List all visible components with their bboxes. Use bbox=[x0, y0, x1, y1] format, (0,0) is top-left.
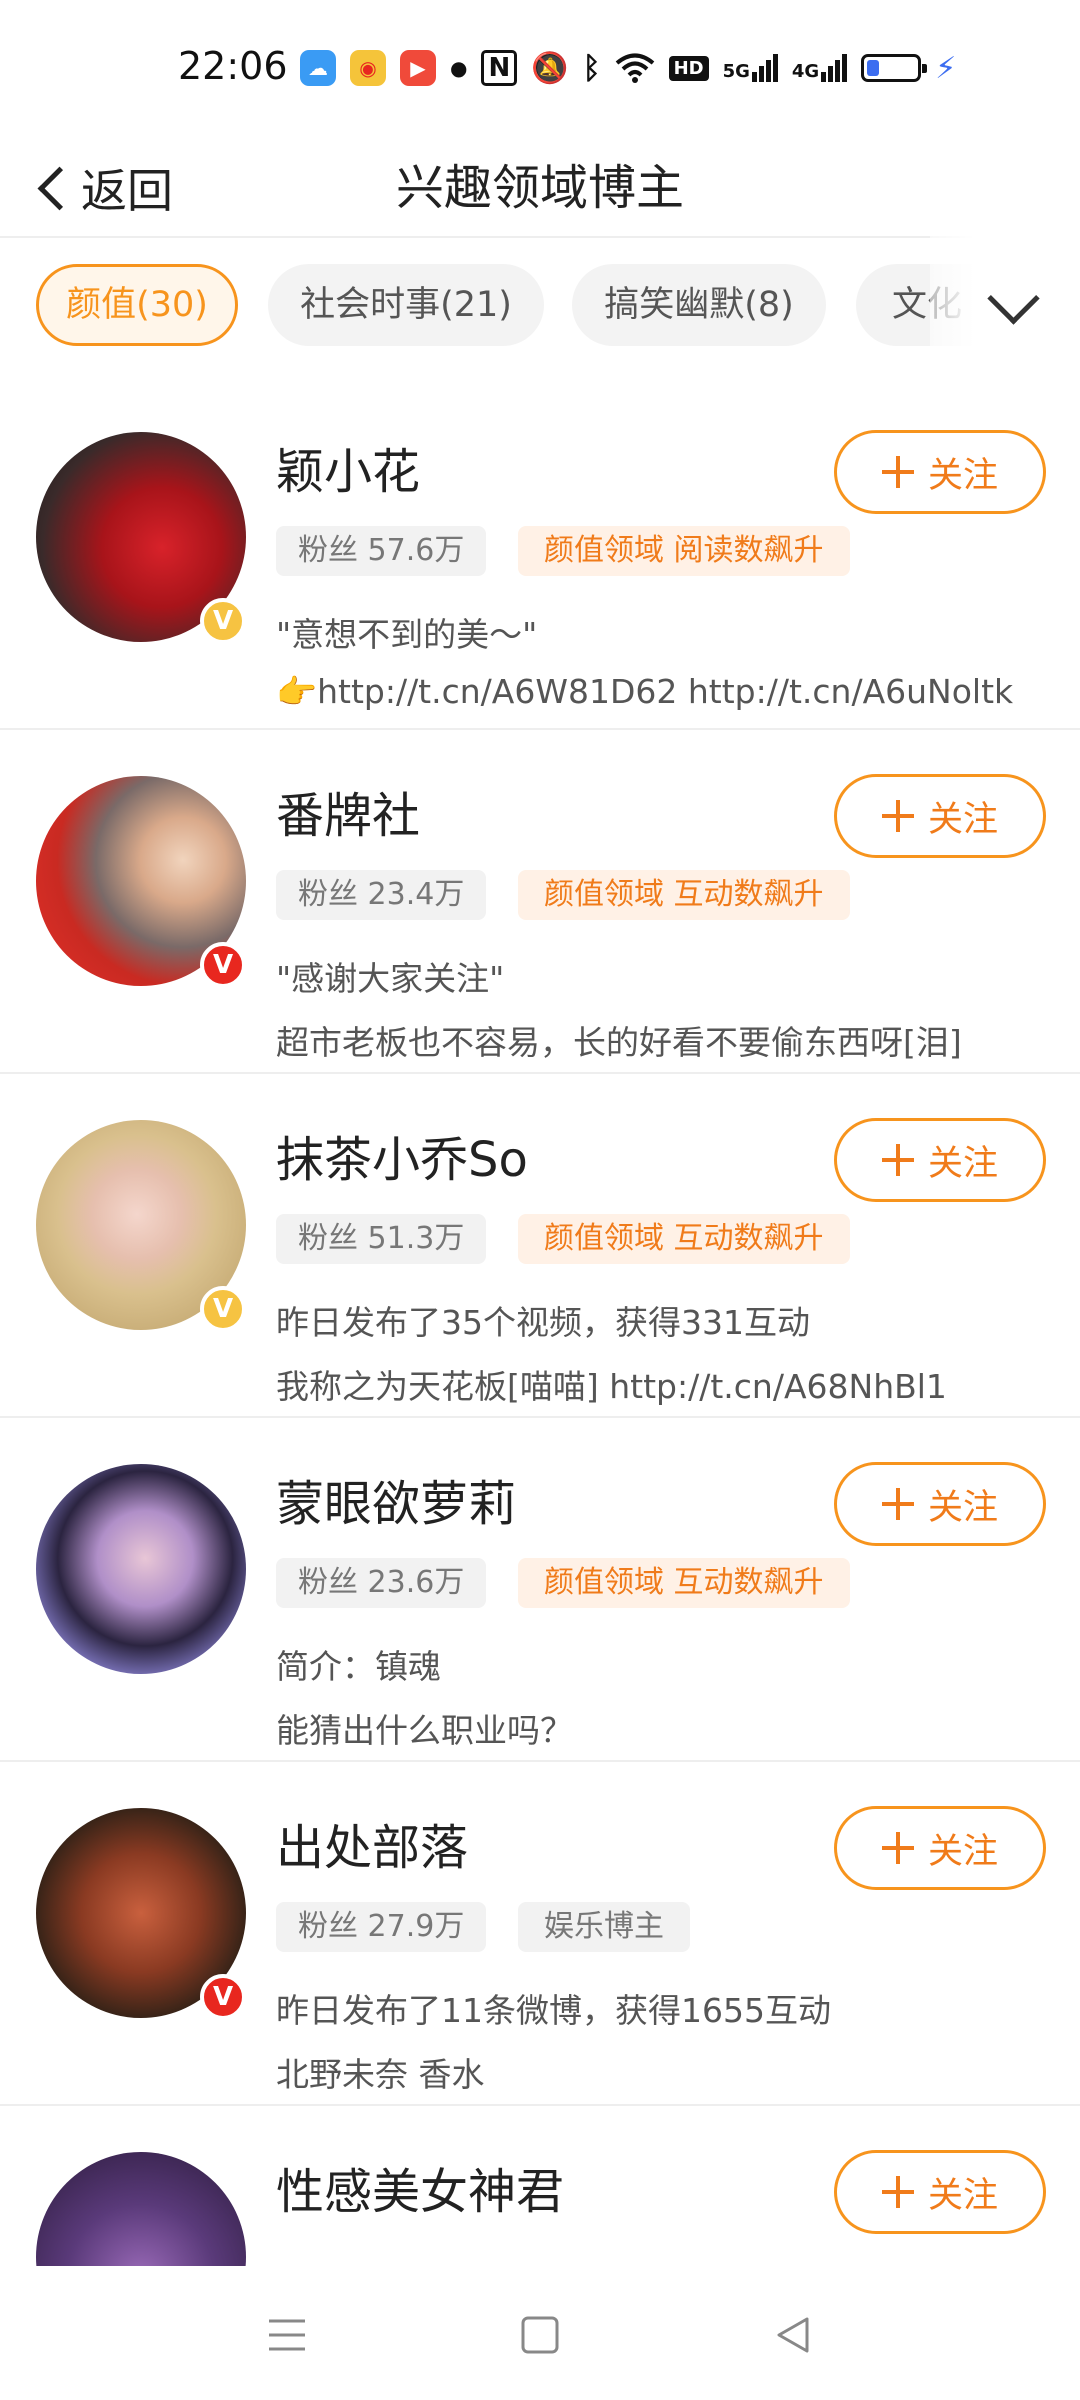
plus-icon bbox=[881, 1488, 914, 1520]
menu-icon[interactable] bbox=[242, 2290, 332, 2380]
charging-icon: ⚡ bbox=[935, 50, 957, 86]
plus-icon bbox=[881, 1144, 914, 1176]
tab-social-news[interactable]: 社会时事(21) bbox=[268, 264, 544, 346]
back-button[interactable]: 返回 bbox=[30, 140, 173, 236]
blogger-name[interactable]: 蒙眼欲萝莉 bbox=[276, 1464, 516, 1534]
latest-post: 能猜出什么职业吗？ bbox=[276, 1711, 573, 1750]
avatar[interactable] bbox=[36, 1464, 246, 1674]
weibo-app-icon: ◉ bbox=[350, 50, 386, 86]
signal-4g-label: 4G bbox=[791, 61, 820, 82]
fans-count: 粉丝 27.9万 bbox=[276, 1902, 487, 1952]
verified-badge-icon: V bbox=[200, 1286, 246, 1332]
latest-post: 👉http://t.cn/A6W81D62 http://t.cn/A6uNol… bbox=[276, 672, 1014, 711]
hd-icon: HD bbox=[668, 55, 709, 81]
status-icons: ☁ ◉ ▶ ● N 🔕 ᛒ HD 5G 4G ⚡ bbox=[300, 44, 956, 92]
verified-badge-icon: V bbox=[200, 942, 246, 988]
domain-tag: 娱乐博主 bbox=[518, 1902, 690, 1952]
follow-label: 关注 bbox=[927, 799, 998, 840]
follow-button[interactable]: 关注 bbox=[834, 774, 1046, 858]
home-square-icon[interactable] bbox=[495, 2290, 585, 2380]
latest-post: 我称之为天花板[喵喵] http://t.cn/A68NhBl1 bbox=[276, 1367, 947, 1406]
follow-button[interactable]: 关注 bbox=[834, 430, 1046, 514]
follow-button[interactable]: 关注 bbox=[834, 1462, 1046, 1546]
follow-label: 关注 bbox=[927, 1831, 998, 1872]
back-label: 返回 bbox=[81, 164, 173, 218]
domain-tag: 颜值领域 互动数飙升 bbox=[518, 870, 850, 920]
category-tabs: 颜值(30) 社会时事(21) 搞笑幽默(8) 文化 bbox=[0, 236, 1080, 386]
fans-count: 粉丝 23.4万 bbox=[276, 870, 487, 920]
signal-5g-label: 5G bbox=[722, 61, 750, 82]
plus-icon bbox=[881, 1832, 914, 1864]
blogger-intro: 昨日发布了35个视频，获得331互动 bbox=[276, 1303, 810, 1342]
video-app-icon: ▶ bbox=[400, 50, 436, 86]
status-time: 22:06 bbox=[178, 44, 288, 88]
blogger-name[interactable]: 颖小花 bbox=[276, 432, 420, 502]
tab-humor[interactable]: 搞笑幽默(8) bbox=[572, 264, 826, 346]
status-bar: 22:06 ☁ ◉ ▶ ● N 🔕 ᛒ HD 5G 4G ⚡ bbox=[0, 0, 1080, 140]
fans-count: 粉丝 23.6万 bbox=[276, 1558, 487, 1608]
header: 兴趣领域博主 返回 bbox=[0, 140, 1080, 238]
battery-icon bbox=[861, 54, 928, 82]
mute-icon: 🔕 bbox=[531, 50, 569, 86]
follow-label: 关注 bbox=[927, 1487, 998, 1528]
tab-beauty[interactable]: 颜值(30) bbox=[36, 264, 238, 346]
nfc-icon: N bbox=[481, 50, 518, 86]
weather-app-icon: ☁ bbox=[300, 50, 336, 86]
blogger-name[interactable]: 出处部落 bbox=[276, 1808, 468, 1878]
plus-icon bbox=[881, 2176, 914, 2208]
domain-tag: 颜值领域 阅读数飙升 bbox=[518, 526, 850, 576]
list-item[interactable]: 性感美女神君 关注 bbox=[0, 2106, 1080, 2266]
verified-badge-icon: V bbox=[200, 598, 246, 644]
list-item[interactable]: 蒙眼欲萝莉 粉丝 23.6万 颜值领域 互动数飙升 简介：镇魂 能猜出什么职业吗… bbox=[0, 1418, 1080, 1762]
blogger-intro: "意想不到的美～" bbox=[276, 615, 538, 654]
signal-4g-icon: 4G bbox=[791, 54, 848, 82]
follow-label: 关注 bbox=[927, 1143, 998, 1184]
list-item[interactable]: V 出处部落 粉丝 27.9万 娱乐博主 昨日发布了11条微博，获得1655互动… bbox=[0, 1762, 1080, 2106]
domain-tag: 颜值领域 互动数飙升 bbox=[518, 1214, 850, 1264]
verified-badge-icon: V bbox=[200, 1974, 246, 2020]
blogger-name[interactable]: 番牌社 bbox=[276, 776, 420, 846]
chevron-left-icon bbox=[37, 166, 82, 210]
signal-5g-icon: 5G bbox=[723, 54, 778, 82]
follow-button[interactable]: 关注 bbox=[834, 1118, 1046, 1202]
blogger-name[interactable]: 抹茶小乔So bbox=[276, 1120, 528, 1190]
follow-button[interactable]: 关注 bbox=[834, 1806, 1046, 1890]
follow-label: 关注 bbox=[927, 455, 998, 496]
system-nav-bar bbox=[0, 2266, 1080, 2400]
fans-count: 粉丝 51.3万 bbox=[276, 1214, 487, 1264]
blogger-list: V 颖小花 粉丝 57.6万 颜值领域 阅读数飙升 "意想不到的美～" 👉htt… bbox=[0, 386, 1080, 2266]
latest-post: 北野未奈 香水 bbox=[276, 2055, 485, 2094]
list-item[interactable]: V 颖小花 粉丝 57.6万 颜值领域 阅读数飙升 "意想不到的美～" 👉htt… bbox=[0, 386, 1080, 730]
follow-button[interactable]: 关注 bbox=[834, 2150, 1046, 2234]
blogger-name[interactable]: 性感美女神君 bbox=[276, 2152, 564, 2222]
bluetooth-icon: ᛒ bbox=[582, 50, 601, 86]
list-item[interactable]: V 番牌社 粉丝 23.4万 颜值领域 互动数飙升 "感谢大家关注" 超市老板也… bbox=[0, 730, 1080, 1074]
plus-icon bbox=[881, 456, 914, 488]
wifi-icon bbox=[615, 53, 654, 83]
domain-tag: 颜值领域 互动数飙升 bbox=[518, 1558, 850, 1608]
back-triangle-icon[interactable] bbox=[748, 2290, 838, 2380]
avatar[interactable] bbox=[36, 2152, 246, 2266]
battery-fill bbox=[867, 60, 880, 76]
follow-label: 关注 bbox=[927, 2175, 998, 2216]
blogger-intro: 昨日发布了11条微博，获得1655互动 bbox=[276, 1991, 831, 2030]
dot-icon: ● bbox=[450, 56, 468, 80]
plus-icon bbox=[881, 800, 914, 832]
latest-post: 超市老板也不容易，长的好看不要偷东西呀[泪] bbox=[276, 1023, 962, 1062]
list-item[interactable]: V 抹茶小乔So 粉丝 51.3万 颜值领域 互动数飙升 昨日发布了35个视频，… bbox=[0, 1074, 1080, 1418]
blogger-intro: 简介：镇魂 bbox=[276, 1647, 441, 1686]
fans-count: 粉丝 57.6万 bbox=[276, 526, 487, 576]
blogger-intro: "感谢大家关注" bbox=[276, 959, 505, 998]
